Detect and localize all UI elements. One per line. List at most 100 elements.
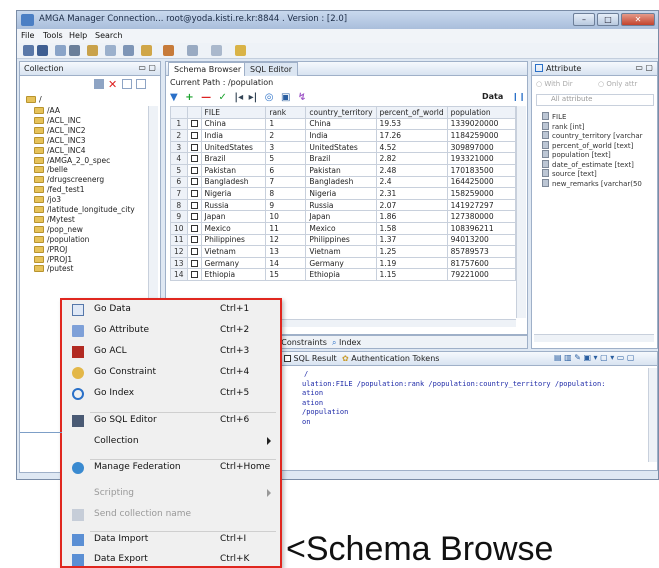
collapse-icon[interactable] xyxy=(94,79,104,89)
column-header[interactable]: population xyxy=(446,106,516,119)
table-cell[interactable]: 2.4 xyxy=(375,175,448,189)
table-cell[interactable]: Brazil xyxy=(200,152,267,165)
table-cell[interactable]: India xyxy=(305,129,377,142)
tree-item[interactable]: /fed_test1 xyxy=(34,185,84,194)
first-page-icon[interactable]: |◂ xyxy=(234,92,243,103)
save-icon[interactable]: ▣ xyxy=(281,92,290,103)
tree-item[interactable]: /latitude_longitude_city xyxy=(34,205,135,214)
new-icon[interactable] xyxy=(187,45,198,56)
table-cell[interactable]: 108396211 xyxy=(446,221,516,235)
table-cell[interactable]: Philippines xyxy=(305,233,377,247)
row-checkbox[interactable] xyxy=(186,256,202,270)
table-cell[interactable]: 1.25 xyxy=(375,245,448,258)
table-cell[interactable]: 6 xyxy=(265,163,307,177)
checkbox-icon[interactable] xyxy=(190,155,198,163)
column-header[interactable]: country_territory xyxy=(305,106,377,119)
title-bar[interactable]: AMGA Manager Connection... root@yoda.kis… xyxy=(17,11,658,29)
table-cell[interactable]: Germany xyxy=(305,256,377,270)
table-cell[interactable]: Philippines xyxy=(200,233,267,247)
table-cell[interactable]: 1.15 xyxy=(375,268,448,281)
table-cell[interactable]: India xyxy=(200,129,267,142)
table-cell[interactable]: Vietnam xyxy=(200,245,267,258)
checkbox-icon[interactable] xyxy=(190,143,198,151)
only-attr-radio[interactable]: ○ Only attr xyxy=(598,80,637,88)
table-cell[interactable]: Vietnam xyxy=(305,245,377,258)
attribute-item[interactable]: country_territory [varchar xyxy=(542,131,643,140)
checkbox-icon[interactable] xyxy=(190,201,198,209)
panel-minmax-icon[interactable]: ▭ ▢ xyxy=(635,63,653,72)
menu-help[interactable]: Help xyxy=(69,31,87,40)
all-attribute-filter[interactable]: All attribute xyxy=(536,94,654,106)
table-cell[interactable]: Pakistan xyxy=(200,163,267,177)
column-header[interactable]: percent_of_world xyxy=(375,106,448,119)
menu-tools[interactable]: Tools xyxy=(43,31,63,40)
table-cell[interactable]: 79221000 xyxy=(446,268,516,281)
remove-row-icon[interactable]: — xyxy=(201,92,211,103)
table-row[interactable]: 4 Brazil 5 Brazil 2.82 193321000 xyxy=(170,152,516,165)
checkbox-icon[interactable] xyxy=(190,166,198,174)
row-checkbox[interactable] xyxy=(186,152,202,165)
tree-item[interactable]: /AA xyxy=(34,106,60,115)
table-cell[interactable]: 94013200 xyxy=(446,233,516,247)
row-checkbox[interactable] xyxy=(186,198,202,212)
checkbox-icon[interactable] xyxy=(190,247,198,255)
table-cell[interactable]: 170183500 xyxy=(446,163,516,177)
table-row[interactable]: 10 Mexico 11 Mexico 1.58 108396211 xyxy=(170,221,516,235)
column-header[interactable]: FILE xyxy=(200,106,267,119)
checkbox-icon[interactable] xyxy=(190,120,198,128)
table-cell[interactable]: 10 xyxy=(265,210,307,223)
table-cell[interactable]: Ethiopia xyxy=(200,268,267,281)
table-cell[interactable]: Ethiopia xyxy=(305,268,377,281)
disconnect-icon[interactable] xyxy=(37,45,48,56)
highlight-icon[interactable] xyxy=(235,45,246,56)
attribute-item[interactable]: rank [int] xyxy=(542,121,584,131)
tab-schema-browser[interactable]: Schema Browser xyxy=(168,62,248,76)
table-cell[interactable]: 1 xyxy=(265,117,307,131)
tree-item[interactable]: /drugscreenerg xyxy=(34,175,104,184)
table-row[interactable]: 7 Nigeria 8 Nigeria 2.31 158259000 xyxy=(170,187,516,200)
tab-authentication-tokens[interactable]: ✿ Authentication Tokens xyxy=(342,354,439,363)
open-icon[interactable] xyxy=(141,45,152,56)
table-cell[interactable]: 8 xyxy=(265,187,307,200)
menu-item-data-import[interactable]: Data Import Ctrl+I xyxy=(62,530,280,550)
table-cell[interactable]: 17.26 xyxy=(375,129,448,142)
table-view-icon[interactable] xyxy=(69,45,80,56)
tree-root[interactable]: / xyxy=(26,95,42,104)
grid-icon[interactable] xyxy=(55,45,66,56)
checkbox-icon[interactable] xyxy=(190,236,198,244)
key-icon[interactable] xyxy=(105,45,116,56)
tree-item[interactable]: /PROJ1 xyxy=(34,255,72,264)
table-row[interactable]: 9 Japan 10 Japan 1.86 127380000 xyxy=(170,210,516,223)
tree-item[interactable]: /ACL_INC4 xyxy=(34,146,86,155)
table-cell[interactable]: Bangladesh xyxy=(200,175,267,189)
row-checkbox[interactable] xyxy=(186,233,202,247)
pause-icon[interactable]: ❙❙ xyxy=(512,92,525,101)
table-cell[interactable]: 2.07 xyxy=(375,198,448,212)
checkbox-icon[interactable] xyxy=(190,213,198,221)
connect-icon[interactable] xyxy=(23,45,34,56)
table-cell[interactable]: 1339020000 xyxy=(446,117,516,131)
table-cell[interactable]: 141927297 xyxy=(446,198,516,212)
attribute-item[interactable]: date_of_estimate [text] xyxy=(542,159,634,169)
menu-item-go-index[interactable]: Go Index Ctrl+5 xyxy=(62,384,280,404)
table-cell[interactable]: 9 xyxy=(265,198,307,212)
checkbox-icon[interactable] xyxy=(190,271,198,279)
attribute-item[interactable]: percent_of_world [text] xyxy=(542,140,633,150)
console-toolbar-icons[interactable]: ▤ ▥ ✎ ▣ ▾ ▢ ▾ ▭ ▢ xyxy=(554,353,634,362)
table-cell[interactable]: Russia xyxy=(200,198,267,212)
table-cell[interactable]: 2.48 xyxy=(375,163,448,177)
table-cell[interactable]: 13 xyxy=(265,245,307,258)
tab-sql-result[interactable]: SQL Result xyxy=(284,354,337,363)
table-row[interactable]: 2 India 2 India 17.26 1184259000 xyxy=(170,129,516,142)
table-cell[interactable]: Nigeria xyxy=(200,187,267,200)
table-cell[interactable]: 5 xyxy=(265,152,307,165)
search-icon[interactable]: ◎ xyxy=(265,92,274,103)
row-checkbox[interactable] xyxy=(186,175,202,189)
console-scrollbar[interactable] xyxy=(648,368,657,462)
attribute-item[interactable]: population [text] xyxy=(542,150,611,159)
table-cell[interactable]: 15 xyxy=(265,268,307,281)
checkbox-icon[interactable] xyxy=(190,259,198,267)
menu-item-manage-federation[interactable]: Manage Federation Ctrl+Home xyxy=(62,458,280,478)
table-row[interactable]: 12 Vietnam 13 Vietnam 1.25 85789573 xyxy=(170,245,516,258)
table-cell[interactable]: 1.86 xyxy=(375,210,448,223)
